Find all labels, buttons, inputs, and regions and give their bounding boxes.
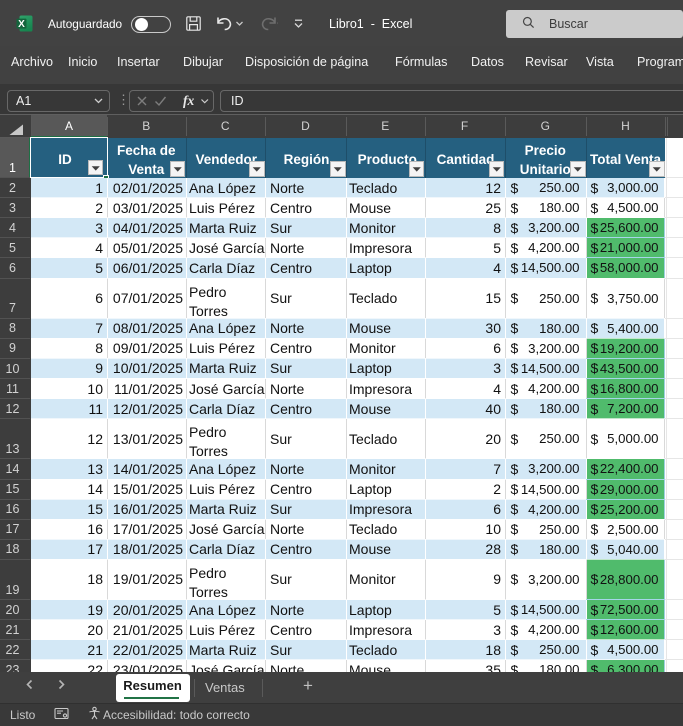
- svg-text:X: X: [18, 19, 25, 30]
